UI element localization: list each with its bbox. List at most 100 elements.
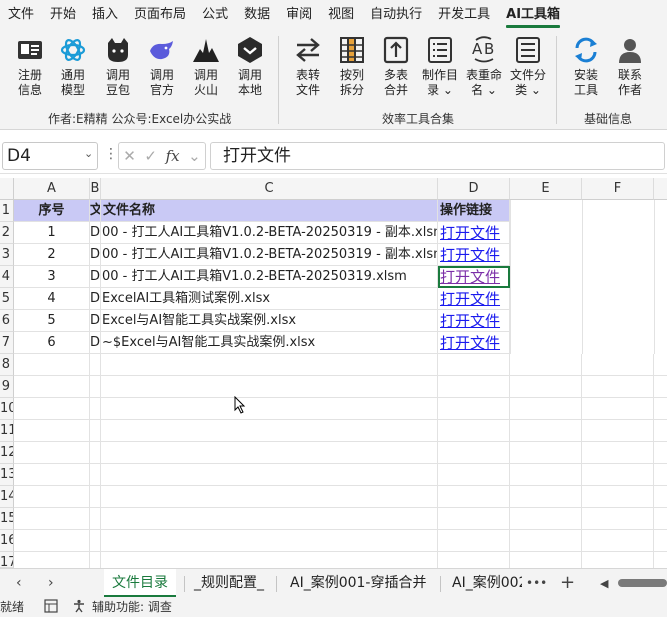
row-header[interactable]: 2 xyxy=(0,222,14,244)
row-header[interactable]: 3 xyxy=(0,244,14,266)
next-sheet-icon[interactable]: › xyxy=(48,575,54,591)
open-file-link-text[interactable]: 打开文件 xyxy=(440,224,500,242)
table-cell-filename[interactable]: ~$Excel与AI智能工具实战案例.xlsx xyxy=(101,332,438,354)
table-cell-filename[interactable]: 00 - 打工人AI工具箱V1.0.2-BETA-20250319 - 副本.x… xyxy=(101,244,438,266)
register-info-button[interactable]: 注册 信息 xyxy=(8,34,52,102)
call-local-button[interactable]: 调用 本地 xyxy=(228,34,272,102)
open-file-link-text[interactable]: 打开文件 xyxy=(440,246,500,264)
scroll-left-icon[interactable]: ◀ xyxy=(600,577,608,590)
select-all-corner[interactable] xyxy=(0,178,14,200)
menu-automate[interactable]: 自动执行 xyxy=(362,0,430,30)
workbook-stats-icon[interactable] xyxy=(44,599,58,617)
split-by-column-button[interactable]: 按列 拆分 xyxy=(330,34,374,102)
open-file-link-text[interactable]: 打开文件 xyxy=(440,312,500,330)
row-header[interactable]: 17 xyxy=(0,552,14,568)
row-header[interactable]: 10 xyxy=(0,398,14,420)
file-classify-button[interactable]: 文件分类 ⌄ xyxy=(506,34,550,102)
sheet-tab-toc[interactable]: 文件目录 xyxy=(104,569,176,597)
table-cell-filename[interactable]: ExcelAI工具箱测试案例.xlsx xyxy=(101,288,438,310)
menu-review[interactable]: 审阅 xyxy=(278,0,320,30)
row-header[interactable]: 4 xyxy=(0,266,14,288)
more-options-icon[interactable]: ⋮ xyxy=(104,146,118,162)
fx-dropdown-icon[interactable]: ⌄ xyxy=(188,147,201,165)
insert-function-icon[interactable]: fx xyxy=(166,147,180,165)
header-cell-link[interactable]: 操作链接 xyxy=(438,200,510,222)
table-cell-b[interactable]: D xyxy=(90,266,101,288)
accessibility-icon[interactable] xyxy=(72,599,86,617)
menu-view[interactable]: 视图 xyxy=(320,0,362,30)
table-cell-seq[interactable]: 2 xyxy=(14,244,90,266)
open-file-link-text[interactable]: 打开文件 xyxy=(440,334,500,352)
column-header-e[interactable]: E xyxy=(510,178,582,200)
open-file-link-text[interactable]: 打开文件 xyxy=(440,268,500,286)
make-toc-button[interactable]: 制作目录 ⌄ xyxy=(418,34,462,102)
row-header[interactable]: 13 xyxy=(0,464,14,486)
open-file-link[interactable]: 打开文件 xyxy=(438,310,510,332)
table-cell-b[interactable]: D xyxy=(90,332,101,354)
formula-input[interactable]: 打开文件 xyxy=(210,142,665,170)
empty-cells-area[interactable] xyxy=(14,354,667,568)
row-header[interactable]: 9 xyxy=(0,376,14,398)
column-header-b[interactable]: B xyxy=(90,178,101,200)
sheet-tab-case001[interactable]: AI_案例001-穿插合并 xyxy=(282,569,434,597)
open-file-link[interactable]: 打开文件 xyxy=(438,332,510,354)
call-doubao-button[interactable]: 调用 豆包 xyxy=(96,34,140,102)
column-header-f[interactable]: F xyxy=(582,178,654,200)
table-cell-filename[interactable]: 00 - 打工人AI工具箱V1.0.2-BETA-20250319.xlsm xyxy=(101,266,438,288)
open-file-link[interactable]: 打开文件 xyxy=(438,288,510,310)
table-cell-seq[interactable]: 6 xyxy=(14,332,90,354)
confirm-icon[interactable]: ✓ xyxy=(144,147,157,165)
table-cell-b[interactable]: D xyxy=(90,244,101,266)
row-header[interactable]: 6 xyxy=(0,310,14,332)
table-cell-b[interactable]: D xyxy=(90,288,101,310)
menu-ai-toolbox[interactable]: AI工具箱 xyxy=(498,0,568,30)
open-file-link-selected[interactable]: 打开文件 xyxy=(438,266,510,288)
row-header[interactable]: 11 xyxy=(0,420,14,442)
open-file-link[interactable]: 打开文件 xyxy=(438,222,510,244)
menu-file[interactable]: 文件 xyxy=(0,0,42,30)
row-header[interactable]: 15 xyxy=(0,508,14,530)
install-tool-button[interactable]: 安装 工具 xyxy=(564,34,608,102)
accessibility-status[interactable]: 辅助功能: 调查 xyxy=(92,598,172,617)
table-cell-seq[interactable]: 3 xyxy=(14,266,90,288)
horizontal-scrollbar-thumb[interactable] xyxy=(618,579,667,587)
more-sheets-icon[interactable]: ••• xyxy=(526,576,547,590)
row-header[interactable]: 1 xyxy=(0,200,14,222)
general-model-button[interactable]: 通用 模型 xyxy=(51,34,95,102)
header-cell-name[interactable]: 文件名称 xyxy=(101,200,438,222)
menu-page-layout[interactable]: 页面布局 xyxy=(126,0,194,30)
call-volcano-button[interactable]: 调用 火山 xyxy=(184,34,228,102)
sheet-tab-rules[interactable]: _规则配置_ xyxy=(186,569,272,597)
table-to-file-button[interactable]: 表转 文件 xyxy=(286,34,330,102)
add-sheet-icon[interactable]: + xyxy=(560,572,575,593)
table-cell-filename[interactable]: Excel与AI智能工具实战案例.xlsx xyxy=(101,310,438,332)
call-official-button[interactable]: 调用 官方 xyxy=(140,34,184,102)
merge-tables-button[interactable]: 多表 合并 xyxy=(374,34,418,102)
sheet-tab-case002[interactable]: AI_案例002 xyxy=(444,569,522,597)
table-cell-filename[interactable]: 00 - 打工人AI工具箱V1.0.2-BETA-20250319 - 副本.x… xyxy=(101,222,438,244)
menu-insert[interactable]: 插入 xyxy=(84,0,126,30)
menu-home[interactable]: 开始 xyxy=(42,0,84,30)
row-header[interactable]: 12 xyxy=(0,442,14,464)
header-cell-b[interactable]: 文 xyxy=(90,200,101,222)
table-cell-b[interactable]: D xyxy=(90,222,101,244)
table-cell-seq[interactable]: 4 xyxy=(14,288,90,310)
menu-data[interactable]: 数据 xyxy=(236,0,278,30)
prev-sheet-icon[interactable]: ‹ xyxy=(16,575,22,591)
open-file-link-text[interactable]: 打开文件 xyxy=(440,290,500,308)
table-cell-seq[interactable]: 1 xyxy=(14,222,90,244)
open-file-link[interactable]: 打开文件 xyxy=(438,244,510,266)
column-header-c[interactable]: C xyxy=(101,178,438,200)
menu-formulas[interactable]: 公式 xyxy=(194,0,236,30)
rename-sheets-button[interactable]: AB 表重命名 ⌄ xyxy=(462,34,506,102)
name-box-dropdown-icon[interactable]: ⌄ xyxy=(84,147,93,160)
menu-developer[interactable]: 开发工具 xyxy=(430,0,498,30)
column-header-d[interactable]: D xyxy=(438,178,510,200)
contact-author-button[interactable]: 联系 作者 xyxy=(608,34,652,102)
table-cell-b[interactable]: D xyxy=(90,310,101,332)
row-header[interactable]: 14 xyxy=(0,486,14,508)
column-header-g[interactable] xyxy=(654,178,667,200)
table-cell-seq[interactable]: 5 xyxy=(14,310,90,332)
row-header[interactable]: 16 xyxy=(0,530,14,552)
row-header[interactable]: 8 xyxy=(0,354,14,376)
